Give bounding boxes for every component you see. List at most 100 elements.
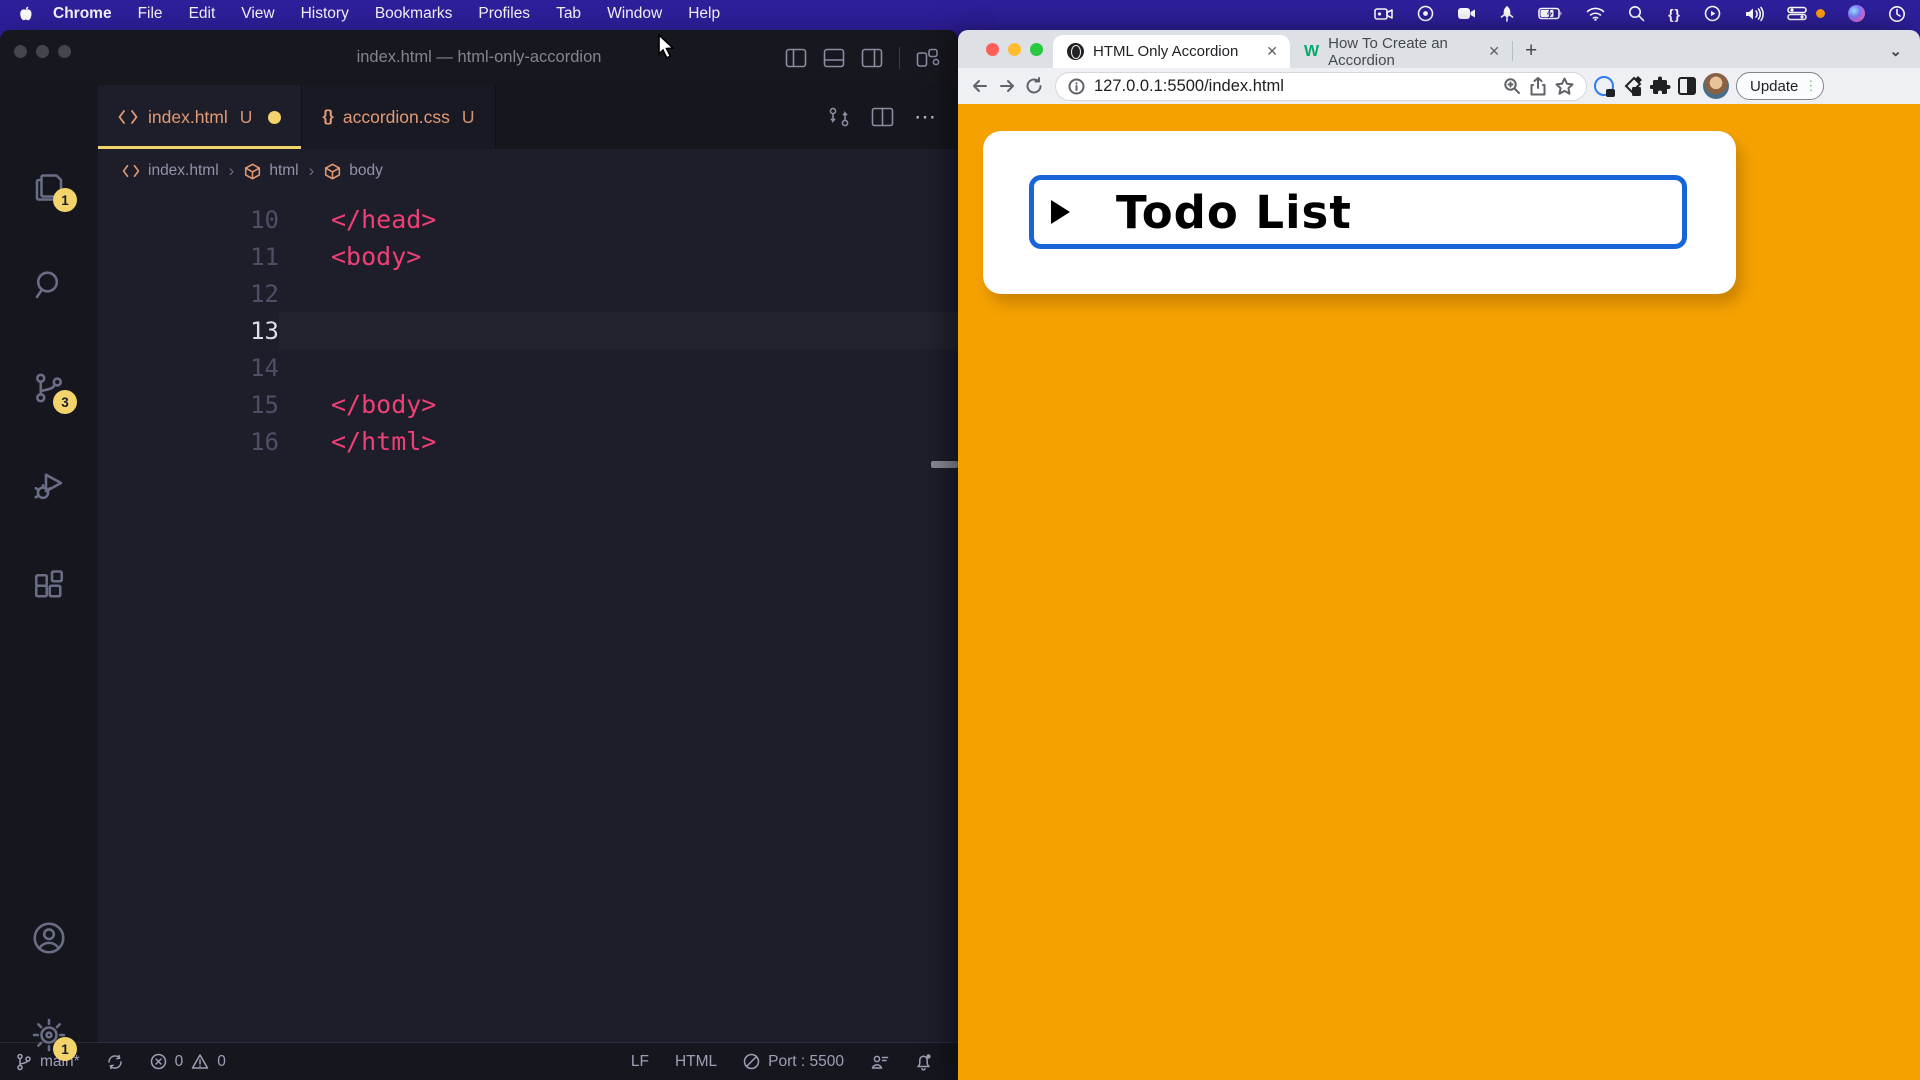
apple-logo-icon[interactable]	[18, 5, 33, 23]
toggle-primary-sidebar-icon[interactable]	[785, 48, 807, 68]
language-mode[interactable]: HTML	[675, 1053, 717, 1071]
w3schools-favicon: W	[1304, 43, 1319, 61]
menu-history[interactable]: History	[301, 5, 349, 23]
close-tab-icon[interactable]: ✕	[1488, 43, 1500, 60]
more-actions-icon[interactable]: ⋯	[914, 104, 938, 130]
extensions-icon[interactable]	[31, 567, 67, 603]
git-branch-icon	[16, 1053, 32, 1071]
menu-bookmarks[interactable]: Bookmarks	[375, 5, 453, 23]
zoom-icon[interactable]	[1503, 77, 1521, 95]
browser-menu-dots-icon[interactable]: ⋮	[1804, 78, 1817, 94]
menu-tab[interactable]: Tab	[556, 5, 581, 23]
toggle-panel-icon[interactable]	[823, 48, 845, 68]
tab-how-to-create-accordion[interactable]: W How To Create an Accordion ✕	[1290, 35, 1512, 68]
update-label: Update	[1750, 78, 1798, 95]
breadcrumb[interactable]: index.html › html › body	[98, 149, 958, 193]
feedback[interactable]	[870, 1053, 889, 1070]
screen-record-icon[interactable]	[1374, 6, 1394, 22]
sync-status[interactable]	[106, 1053, 124, 1071]
source-control-badge: 3	[53, 390, 77, 414]
code-line[interactable]: 10 </head>	[98, 201, 958, 238]
source-control-icon[interactable]: 3	[31, 370, 67, 406]
breadcrumb-file[interactable]: index.html	[148, 162, 219, 180]
siri-icon[interactable]	[1848, 5, 1865, 22]
toggle-secondary-sidebar-icon[interactable]	[861, 48, 883, 68]
code-editor[interactable]: 10 </head> 11 <body> 12	[98, 193, 958, 1042]
search-icon[interactable]	[31, 267, 67, 303]
side-panel-icon[interactable]	[1678, 77, 1696, 95]
back-button[interactable]	[970, 77, 990, 95]
titlebar-divider	[899, 47, 900, 69]
menu-window[interactable]: Window	[607, 5, 662, 23]
accordion-summary[interactable]: Todo List	[1029, 175, 1687, 249]
error-count: 0	[175, 1053, 184, 1071]
control-toggles-icon[interactable]	[1787, 6, 1807, 21]
url-text[interactable]: 127.0.0.1:5500/index.html	[1094, 77, 1494, 96]
site-info-icon[interactable]	[1068, 78, 1085, 95]
update-chrome-button[interactable]: Update ⋮	[1736, 72, 1824, 100]
code-line[interactable]: 12	[98, 275, 958, 312]
scrollbar-cursor-mark[interactable]	[931, 461, 958, 468]
tab-index-html[interactable]: index.html U	[98, 85, 302, 149]
chrome-window: HTML Only Accordion ✕ W How To Create an…	[958, 30, 1920, 1080]
vscode-title-bar[interactable]: index.html — html-only-accordion	[0, 30, 958, 85]
colorzilla-eyedropper-icon[interactable]	[1621, 75, 1643, 97]
settings-gear-icon[interactable]: 1	[31, 1017, 67, 1053]
spotlight-search-icon[interactable]	[1628, 5, 1645, 22]
share-icon[interactable]	[1530, 77, 1546, 96]
menu-profiles[interactable]: Profiles	[478, 5, 530, 23]
play-circle-icon[interactable]	[1704, 5, 1721, 22]
language-label: HTML	[675, 1053, 717, 1071]
code-line[interactable]: 15 </body>	[98, 386, 958, 423]
profile-avatar[interactable]	[1703, 73, 1729, 99]
minimize-window-button[interactable]	[1008, 43, 1021, 56]
code-file-icon	[118, 109, 138, 125]
extensions-puzzle-icon[interactable]	[1650, 76, 1671, 97]
menu-view[interactable]: View	[241, 5, 274, 23]
breadcrumb-separator: ›	[229, 161, 235, 181]
clock-icon[interactable]	[1888, 5, 1906, 23]
unsaved-dot-icon[interactable]	[268, 111, 281, 124]
reload-button[interactable]	[1024, 76, 1044, 96]
breadcrumb-body[interactable]: body	[349, 162, 383, 180]
braces-menu-icon[interactable]: {}	[1668, 6, 1681, 22]
code-line-current[interactable]: 13	[98, 312, 958, 349]
forward-button[interactable]	[997, 77, 1017, 95]
notifications[interactable]	[915, 1053, 932, 1071]
live-server-port[interactable]: Port : 5500	[743, 1053, 844, 1071]
split-editor-icon[interactable]	[871, 107, 894, 127]
breadcrumb-html[interactable]: html	[269, 162, 298, 180]
menu-chrome[interactable]: Chrome	[53, 5, 112, 23]
explorer-icon[interactable]: 1	[31, 168, 67, 204]
accordion-card: Todo List	[983, 131, 1736, 294]
new-tab-button[interactable]: +	[1525, 39, 1537, 63]
menu-edit[interactable]: Edit	[189, 5, 216, 23]
close-window-button[interactable]	[986, 43, 999, 56]
video-camera-icon[interactable]	[1457, 6, 1476, 21]
code-line[interactable]: 14	[98, 349, 958, 386]
close-tab-icon[interactable]: ✕	[1266, 43, 1278, 60]
customize-layout-icon[interactable]	[916, 48, 940, 68]
menu-file[interactable]: File	[138, 5, 163, 23]
run-debug-icon[interactable]	[31, 468, 67, 504]
zoom-window-button[interactable]	[1030, 43, 1043, 56]
account-icon[interactable]	[31, 920, 67, 956]
tab-search-chevron-icon[interactable]: ⌄	[1889, 42, 1902, 60]
password-manager-icon[interactable]	[1594, 76, 1614, 96]
volume-icon[interactable]	[1744, 6, 1764, 22]
rocket-icon[interactable]	[1499, 5, 1515, 22]
eol-indicator[interactable]: LF	[631, 1053, 649, 1071]
tab-accordion-css[interactable]: {} accordion.css U	[302, 85, 495, 149]
code-line[interactable]: 16 </html>	[98, 423, 958, 460]
tab-html-only-accordion[interactable]: HTML Only Accordion ✕	[1053, 35, 1290, 68]
details-marker-icon[interactable]	[1051, 200, 1070, 224]
wifi-icon[interactable]	[1586, 7, 1605, 21]
code-line[interactable]: 11 <body>	[98, 238, 958, 275]
battery-charging-icon[interactable]	[1538, 7, 1563, 20]
menu-help[interactable]: Help	[688, 5, 720, 23]
open-changes-icon[interactable]	[827, 105, 851, 129]
record-dot-icon[interactable]	[1417, 5, 1434, 22]
address-bar[interactable]: 127.0.0.1:5500/index.html	[1055, 72, 1587, 101]
bookmark-star-icon[interactable]	[1555, 77, 1574, 95]
problems-status[interactable]: 0 0	[150, 1053, 226, 1071]
